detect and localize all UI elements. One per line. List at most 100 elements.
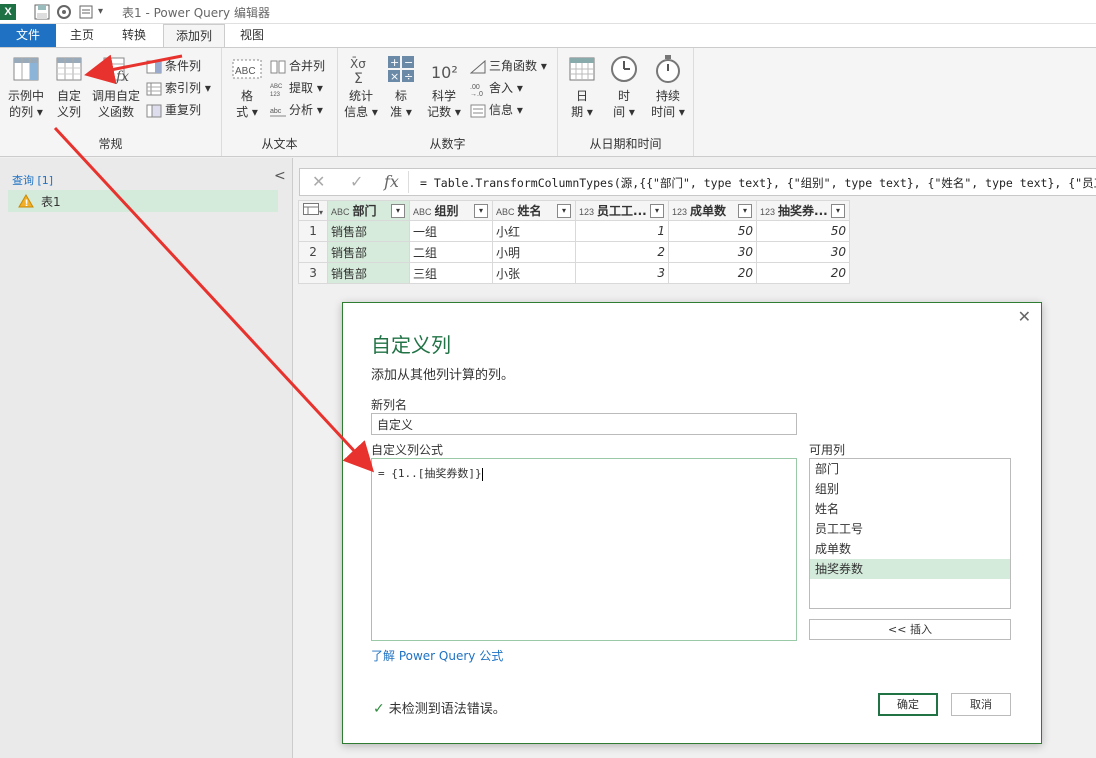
svg-text:÷: ÷: [404, 70, 413, 83]
svg-text:X̄σ: X̄σ: [350, 57, 366, 71]
table-row[interactable]: 2 销售部 二组 小明 2 30 30: [297, 241, 851, 263]
number-info-button[interactable]: 信息 ▾: [470, 100, 523, 120]
list-item[interactable]: 成单数: [810, 539, 1010, 559]
list-item[interactable]: 部门: [810, 459, 1010, 479]
list-item[interactable]: 姓名: [810, 499, 1010, 519]
custom-formula-text: = {1..[抽奖券数]}: [378, 467, 482, 480]
filter-dropdown-icon[interactable]: ▾: [557, 204, 572, 218]
list-item[interactable]: 员工工号: [810, 519, 1010, 539]
svg-text:fx: fx: [115, 69, 129, 84]
scientific-icon: 10²: [431, 63, 458, 82]
window-title: 表1 - Power Query 编辑器: [122, 6, 270, 20]
custom-formula-editor[interactable]: = {1..[抽奖券数]}: [371, 458, 797, 641]
query-item-table1[interactable]: ! 表1: [8, 190, 278, 212]
close-icon[interactable]: ✕: [1018, 307, 1031, 326]
filter-dropdown-icon[interactable]: ▾: [474, 204, 489, 218]
collapse-pane-button[interactable]: <: [274, 168, 286, 184]
cancel-button[interactable]: 取消: [951, 693, 1011, 716]
format-button[interactable]: ABC 格 式 ▾: [228, 54, 266, 120]
quick-access-dropdown-icon[interactable]: ▾: [98, 4, 114, 20]
parse-icon: abc: [270, 108, 286, 116]
duplicate-column-button[interactable]: 重复列: [146, 100, 201, 120]
insert-button[interactable]: << 插入: [809, 619, 1011, 640]
svg-text:Σ: Σ: [354, 71, 363, 84]
list-item[interactable]: 组别: [810, 479, 1010, 499]
svg-text:ABC: ABC: [270, 84, 283, 90]
column-header-employee-id[interactable]: 123 员工工... ▾: [575, 200, 670, 221]
svg-text:10²: 10²: [431, 63, 458, 82]
available-columns-label: 可用列: [809, 443, 846, 457]
standard-button[interactable]: + − × ÷ 标 准 ▾: [386, 54, 416, 120]
custom-column-icon: [56, 57, 82, 81]
filter-dropdown-icon[interactable]: ▾: [738, 204, 753, 218]
settings-icon[interactable]: [56, 4, 72, 20]
column-header-group[interactable]: ABC 组别 ▾: [409, 200, 494, 221]
trigonometry-button[interactable]: 三角函数 ▾: [470, 56, 547, 76]
query-item-label: 表1: [41, 195, 61, 209]
index-column-button[interactable]: 索引列 ▾: [146, 78, 211, 98]
svg-text:×: ×: [390, 70, 399, 83]
column-header-tickets[interactable]: 123 抽奖券... ▾: [756, 200, 851, 221]
standard-operators-icon: + −× ÷: [388, 56, 414, 83]
triangle-icon: [470, 59, 486, 73]
fx-icon[interactable]: fx: [384, 172, 399, 191]
column-header-orders[interactable]: 123 成单数 ▾: [668, 200, 758, 221]
table-row[interactable]: 1 销售部 一组 小红 1 50 50: [297, 220, 851, 242]
tab-file[interactable]: 文件: [0, 24, 56, 47]
table-row[interactable]: 3 销售部 三组 小张 3 20 20: [297, 262, 851, 284]
queries-header[interactable]: 查询 [1]: [12, 172, 53, 188]
text-caret: [481, 467, 483, 481]
list-item-selected[interactable]: 抽奖券数: [810, 559, 1010, 579]
syntax-status: ✓ 未检测到语法错误。: [373, 701, 506, 717]
merge-columns-icon: [270, 60, 286, 73]
tab-transform[interactable]: 转换: [110, 24, 158, 47]
learn-formula-link[interactable]: 了解 Power Query 公式: [371, 647, 503, 664]
save-icon[interactable]: [34, 4, 50, 20]
duration-button[interactable]: 持续 时间 ▾: [648, 54, 688, 120]
svg-text:.00: .00: [470, 84, 480, 91]
formula-cancel-icon[interactable]: ✕: [312, 172, 325, 191]
column-header-department[interactable]: ABC 部门 ▾: [327, 200, 411, 221]
date-button[interactable]: 日 期 ▾: [564, 54, 600, 120]
rounding-button[interactable]: .00 →.0 舍入 ▾: [470, 78, 523, 98]
ok-button[interactable]: 确定: [878, 693, 938, 716]
filter-dropdown-icon[interactable]: ▾: [650, 204, 665, 218]
invoke-custom-function-button[interactable]: fx 调用自定 义函数: [90, 54, 142, 120]
duplicate-column-icon: [146, 104, 162, 117]
parse-button[interactable]: abc 分析 ▾: [270, 100, 323, 120]
filter-dropdown-icon[interactable]: ▾: [831, 204, 846, 218]
time-button[interactable]: 时 间 ▾: [606, 54, 642, 120]
formula-text[interactable]: = Table.TransformColumnTypes(源,{{"部门", t…: [420, 175, 1096, 191]
filter-dropdown-icon[interactable]: ▾: [391, 204, 406, 218]
column-from-examples-icon: [13, 57, 39, 81]
properties-icon[interactable]: [78, 4, 94, 20]
group-from-datetime: 日 期 ▾ 时 间 ▾ 持续 时间 ▾ 从日期和时间: [558, 48, 694, 156]
custom-column-button[interactable]: 自定 义列: [52, 54, 86, 120]
extract-button[interactable]: ABC 123 提取 ▾: [270, 78, 323, 98]
calendar-icon: [569, 57, 595, 81]
tab-add-column[interactable]: 添加列: [163, 24, 225, 48]
statistics-button[interactable]: X̄σ Σ 统计 信息 ▾: [342, 54, 380, 120]
group-general: 示例中 的列 ▾ 自定 义列 fx 调用自定 义函数 条件列 索引列 ▾ 重复列…: [0, 48, 222, 156]
conditional-column-button[interactable]: 条件列: [146, 56, 201, 76]
tab-home[interactable]: 主页: [58, 24, 106, 47]
column-header-name[interactable]: ABC 姓名 ▾: [492, 200, 577, 221]
dialog-description: 添加从其他列计算的列。: [371, 368, 515, 383]
available-columns-list[interactable]: 部门 组别 姓名 员工工号 成单数 抽奖券数: [809, 458, 1011, 609]
clock-icon: [611, 56, 637, 82]
check-icon: ✓: [373, 701, 385, 717]
tab-view[interactable]: 视图: [228, 24, 276, 47]
formula-confirm-icon[interactable]: ✓: [350, 172, 363, 191]
extract-icon: ABC 123: [270, 84, 283, 97]
merge-columns-button[interactable]: 合并列: [270, 56, 325, 76]
group-label-from-number: 从数字: [429, 137, 466, 151]
group-from-text: ABC 格 式 ▾ 合并列 ABC 123 提取 ▾ abc 分析 ▾ 从文本: [222, 48, 338, 156]
svg-text:!: !: [25, 199, 29, 208]
svg-text:→.0: →.0: [470, 91, 483, 97]
table-menu-icon[interactable]: ▾: [297, 200, 329, 221]
custom-formula-label: 自定义列公式: [371, 443, 444, 457]
column-from-examples-button[interactable]: 示例中 的列 ▾: [4, 54, 48, 120]
svg-text:−: −: [404, 56, 413, 69]
scientific-button[interactable]: 10² 科学 记数 ▾: [424, 54, 464, 120]
new-column-name-input[interactable]: [371, 413, 797, 435]
